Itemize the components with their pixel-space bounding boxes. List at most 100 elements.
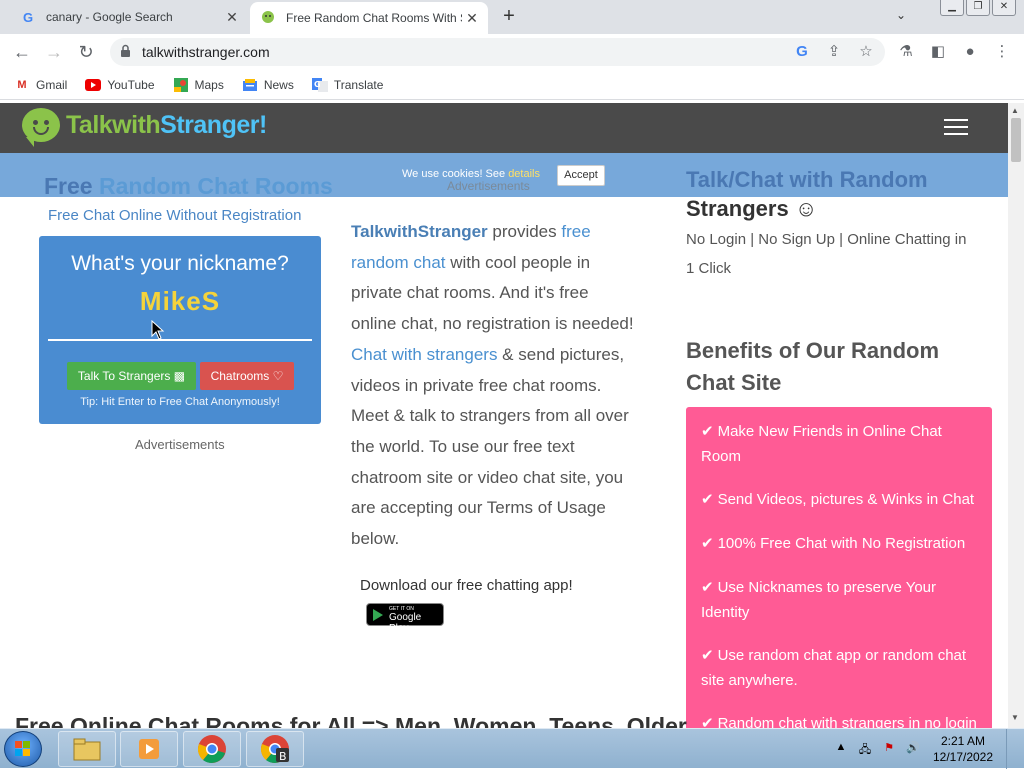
mouse-cursor-icon: [151, 320, 165, 340]
new-tab-button[interactable]: +: [498, 5, 520, 27]
scroll-down-icon[interactable]: ▼: [1011, 713, 1019, 722]
profile-avatar-icon[interactable]: ●: [960, 42, 980, 62]
bookmark-news[interactable]: News: [242, 78, 294, 92]
chrome-taskbar-button[interactable]: [183, 731, 241, 767]
check-icon: ✔: [701, 715, 714, 728]
share-icon[interactable]: ⇪: [824, 42, 844, 62]
media-player-icon: [139, 739, 159, 759]
window-controls: ▁ ❐ ✕: [940, 0, 1016, 16]
reload-icon[interactable]: ↻: [74, 40, 98, 64]
tab-talkwithstranger[interactable]: Free Random Chat Rooms With S ✕: [250, 2, 488, 34]
browser-toolbar: ← → ↻ talkwithstranger.com G ⇪ ☆ ⚗ ◧ ● ⋮: [0, 34, 1024, 70]
bookmark-maps[interactable]: Maps: [173, 77, 224, 92]
nickname-input[interactable]: MikeS: [39, 286, 321, 317]
back-arrow-icon[interactable]: ←: [10, 40, 34, 64]
maps-icon: [173, 77, 189, 92]
chrome-icon: [197, 735, 226, 763]
check-icon: ✔: [701, 579, 714, 596]
scroll-up-icon[interactable]: ▲: [1011, 106, 1019, 115]
nickname-question: What's your nickname?: [71, 252, 289, 275]
windows-taskbar: B ▲ 🖧 ⚑ 🔊 2:21 AM 12/17/2022: [0, 728, 1024, 769]
logo-text: TalkwithStranger!: [66, 110, 267, 139]
smiley-bubble-icon: [22, 108, 60, 147]
forward-arrow-icon[interactable]: →: [42, 40, 66, 64]
media-player-taskbar-button[interactable]: [120, 731, 178, 767]
menu-kebab-icon[interactable]: ⋮: [992, 42, 1012, 62]
nickname-form: What's your nickname? MikeS Talk To Stra…: [39, 236, 321, 424]
bookmark-star-icon[interactable]: ☆: [856, 42, 876, 62]
close-window-button[interactable]: ✕: [992, 0, 1016, 16]
intro-paragraph: TalkwithStranger provides free random ch…: [351, 222, 634, 549]
google-lens-icon[interactable]: G: [792, 42, 812, 62]
bookmark-label: YouTube: [107, 77, 155, 92]
bookmark-youtube[interactable]: YouTube: [85, 77, 155, 92]
google-play-icon: [373, 609, 383, 621]
close-icon[interactable]: ✕: [462, 10, 482, 27]
bookmark-label: News: [263, 77, 294, 92]
chatrooms-button[interactable]: Chatrooms ♡: [200, 362, 294, 390]
heart-icon: ♡: [272, 369, 284, 383]
show-hidden-icons-icon[interactable]: ▲: [832, 741, 850, 757]
chat-rooms-heading: Free Online Chat Rooms for All => Men, W…: [15, 713, 687, 728]
show-desktop-button[interactable]: [1006, 729, 1020, 769]
system-tray: ▲ 🖧 ⚑ 🔊 2:21 AM 12/17/2022: [832, 729, 1020, 769]
benefits-list: ✔ Make New Friends in Online Chat Room ✔ S…: [686, 407, 992, 728]
bookmark-gmail[interactable]: M Gmail: [14, 78, 67, 92]
site-logo[interactable]: TalkwithStranger!: [22, 108, 267, 147]
advertisements-label: Advertisements: [447, 179, 530, 193]
side-panel-icon[interactable]: ◧: [928, 42, 948, 62]
benefit-item: ✔ Random chat with strangers in no login: [701, 711, 981, 728]
check-icon: ✔: [701, 491, 714, 508]
page-viewport: TalkwithStranger! We use cookies! See de…: [0, 103, 1008, 728]
file-explorer-taskbar-button[interactable]: [58, 731, 116, 767]
cookie-accept-button[interactable]: Accept: [557, 165, 605, 186]
scrollbar-thumb[interactable]: [1011, 118, 1021, 162]
nickname-underline: [48, 339, 312, 341]
benefit-item: ✔ Make New Friends in Online Chat Room: [701, 423, 942, 465]
folder-icon: [73, 738, 101, 761]
translate-icon: G: [311, 77, 328, 92]
check-icon: ✔: [701, 535, 714, 552]
talk-to-strangers-button[interactable]: Talk To Strangers ▩: [67, 362, 196, 390]
check-icon: ✔: [701, 647, 714, 664]
brand-link[interactable]: TalkwithStranger: [351, 222, 488, 241]
bookmark-translate[interactable]: G Translate: [311, 77, 384, 92]
vertical-scrollbar[interactable]: ▲ ▼: [1008, 103, 1024, 728]
benefit-item: ✔ Use Nicknames to preserve Your Identity: [701, 579, 937, 621]
tab-google-search[interactable]: G canary - Google Search ✕: [0, 0, 248, 34]
google-icon: G: [22, 9, 34, 25]
tab-search-chevron-icon[interactable]: ⌄: [896, 8, 906, 22]
hero-title: Free Random Chat Rooms: [44, 173, 333, 199]
chrome-profile-taskbar-button[interactable]: B: [246, 731, 304, 767]
bookmark-label: Translate: [333, 77, 384, 92]
google-play-badge[interactable]: GET IT ON Google Play: [366, 603, 444, 634]
system-clock[interactable]: 2:21 AM 12/17/2022: [928, 733, 998, 765]
close-icon[interactable]: ✕: [222, 9, 242, 26]
right-subtitle: No Login | No Sign Up | Online Chatting …: [686, 231, 967, 277]
clock-date: 12/17/2022: [932, 750, 994, 764]
chat-bubble-icon: ▩: [173, 369, 186, 383]
extension-flask-icon[interactable]: ⚗: [896, 42, 916, 62]
minimize-button[interactable]: ▁: [940, 0, 964, 16]
download-app-text: Download our free chatting app!: [360, 577, 573, 594]
address-bar[interactable]: talkwithstranger.com G ⇪ ☆: [110, 38, 885, 66]
volume-icon[interactable]: 🔊: [904, 741, 922, 757]
tab-strip: G canary - Google Search ✕ Free Random C…: [0, 0, 1024, 34]
news-icon: [242, 78, 258, 92]
svg-text:B: B: [279, 750, 287, 763]
action-center-flag-icon[interactable]: ⚑: [880, 741, 898, 757]
windows-logo-icon: [15, 741, 31, 757]
check-icon: ✔: [701, 423, 714, 440]
tab-title: Free Random Chat Rooms With S: [286, 11, 462, 25]
chat-with-strangers-link[interactable]: Chat with strangers: [351, 345, 497, 364]
gmail-icon: M: [17, 78, 27, 91]
benefit-item: ✔ 100% Free Chat with No Registration: [701, 535, 966, 552]
benefit-item: ✔ Send Videos, pictures & Winks in Chat: [701, 491, 975, 508]
restore-button[interactable]: ❐: [966, 0, 990, 16]
bookmark-label: Maps: [194, 77, 224, 92]
hamburger-menu-icon[interactable]: [944, 119, 968, 137]
benefits-title: Benefits of Our Random Chat Site: [686, 338, 940, 395]
lock-icon: [121, 44, 130, 57]
start-button[interactable]: [4, 731, 42, 767]
network-icon[interactable]: 🖧: [856, 741, 874, 757]
